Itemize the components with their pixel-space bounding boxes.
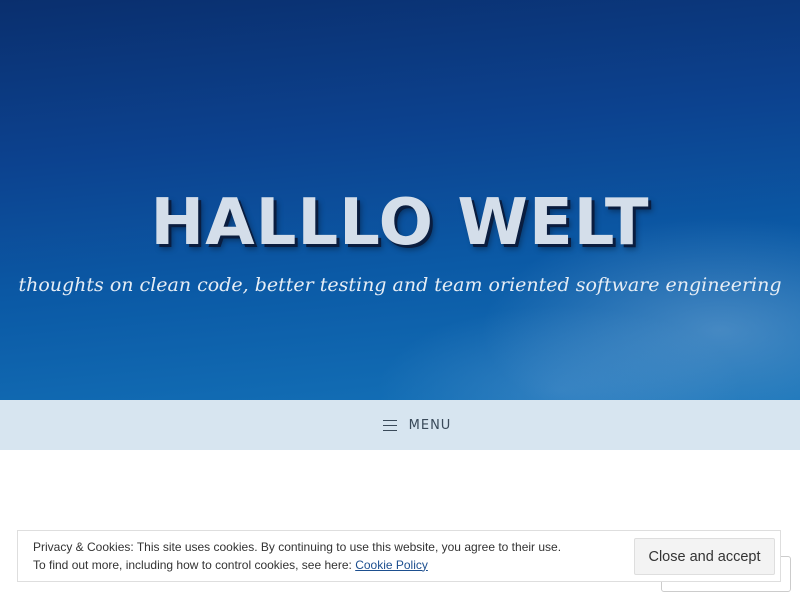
cookie-notice-line1: Privacy & Cookies: This site uses cookie… xyxy=(33,540,562,554)
menu-toggle-button[interactable]: MENU xyxy=(382,417,452,433)
cookie-banner: Privacy & Cookies: This site uses cookie… xyxy=(17,530,781,582)
cookie-notice-line2: To find out more, including how to contr… xyxy=(33,557,561,575)
cookie-policy-link[interactable]: Cookie Policy xyxy=(355,558,428,572)
site-header: HALLLO WELT thoughts on clean code, bett… xyxy=(0,0,800,400)
close-and-accept-button[interactable]: Close and accept xyxy=(634,538,775,575)
menu-label: MENU xyxy=(408,417,452,433)
hamburger-icon xyxy=(382,419,397,431)
site-title[interactable]: HALLLO WELT xyxy=(0,183,800,263)
cookie-notice-line2-prefix: To find out more, including how to contr… xyxy=(33,557,356,572)
cookie-notice-text: Privacy & Cookies: This site uses cookie… xyxy=(33,539,561,574)
page: HALLLO WELT thoughts on clean code, bett… xyxy=(0,0,800,600)
site-tagline: thoughts on clean code, better testing a… xyxy=(18,274,782,296)
menu-bar: MENU xyxy=(0,400,800,450)
